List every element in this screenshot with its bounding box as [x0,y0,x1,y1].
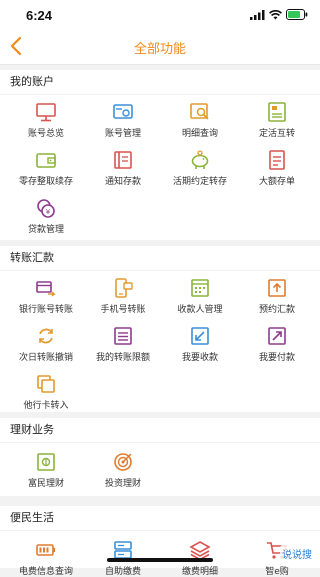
function-label: 贷款管理 [27,225,64,235]
function-item[interactable]: 零存整取续存 [6,143,86,187]
pay-arrow-icon [268,327,286,345]
payee-calendar-icon [191,279,209,297]
battery-status-icon [286,9,308,20]
function-item[interactable]: ¥ 贷款管理 [6,191,86,235]
refresh-icon [39,328,53,344]
function-label: 大额存单 [258,177,295,187]
status-time: 6:24 [26,8,53,23]
monitor-icon [36,103,56,122]
function-label: 明细查询 [181,129,218,139]
function-label: 收款人管理 [177,305,223,315]
wifi-icon [269,9,282,19]
function-item[interactable]: 定活互转 [237,95,317,139]
function-label: 他行卡转入 [23,401,69,411]
signal-icon [250,9,265,20]
copy-icon [37,375,55,393]
function-label: 活期约定转存 [172,177,227,187]
page-title: 全部功能 [133,42,186,57]
function-item[interactable]: 银行账号转账 [6,271,86,315]
section-title: 便民生活 [0,506,320,531]
section-transfer: 转账汇款 银行账号转账 手机号转账 收款人管理 预约汇款 次日转账撤销 我的转账… [0,246,320,412]
function-label: 账号管理 [104,129,141,139]
function-item[interactable]: 我的转账限额 [83,319,163,363]
svg-text:¥: ¥ [46,208,51,216]
function-item[interactable]: 我要付款 [237,319,317,363]
status-bar: 6:24 [0,0,320,30]
phone-transfer-icon [115,278,133,298]
function-label: 智e购 [265,567,289,577]
function-item[interactable]: 活期约定转存 [160,143,240,187]
function-item[interactable]: 手机号转账 [83,271,163,315]
function-item[interactable]: 明细查询 [160,95,240,139]
bank-card-transfer-icon [36,281,56,297]
function-item[interactable]: 他行卡转入 [6,367,86,411]
function-label: 手机号转账 [100,305,146,315]
document-icon [269,150,285,170]
upload-box-icon [268,279,286,297]
function-item[interactable]: 大额存单 [237,143,317,187]
function-label: 电费信息查询 [18,567,73,577]
section-title: 我的账户 [0,70,320,95]
function-label: 我要收款 [181,353,218,363]
section-title: 理财业务 [0,418,320,443]
function-item[interactable]: 通知存款 [83,143,163,187]
battery-icon [36,544,55,556]
function-item[interactable]: 自助缴费 [83,533,163,577]
transfer-doc-icon [268,102,286,122]
function-label: 投资理财 [104,479,141,489]
wallet-icon [36,153,56,168]
function-label: 自助缴费 [104,567,141,577]
card-settings-icon [113,104,133,119]
function-item[interactable]: 缴费明细 [160,533,240,577]
function-label: 富民理财 [27,479,64,489]
function-item[interactable]: 账号管理 [83,95,163,139]
function-item[interactable]: 我要收款 [160,319,240,363]
function-item[interactable]: 预约汇款 [237,271,317,315]
section-my-account: 我的账户 账号总览 账号管理 明细查询 定活互转 零存整取续存 通知存款 活期约 [0,70,320,240]
search-list-icon [190,103,209,120]
list-box-icon [114,327,132,345]
function-item[interactable]: 收款人管理 [160,271,240,315]
function-label: 缴费明细 [181,567,218,577]
function-label: 通知存款 [104,177,141,187]
function-label: 我要付款 [258,353,295,363]
function-item[interactable]: 投资理财 [83,445,163,489]
home-indicator[interactable] [107,558,213,562]
function-label: 预约汇款 [258,305,295,315]
section-wealth: 理财业务 富民理财 投资理财 [0,418,320,496]
function-label: 银行账号转账 [18,305,73,315]
coins-icon: ¥ [37,199,55,218]
status-icons [250,9,308,20]
watermark: 说说搜 [280,545,314,562]
function-label: 零存整取续存 [18,177,73,187]
function-item[interactable]: 富民理财 [6,445,86,489]
function-item[interactable]: 账号总览 [6,95,86,139]
function-label: 次日转账撤销 [18,353,73,363]
function-item[interactable]: 次日转账撤销 [6,319,86,363]
target-icon [114,453,132,471]
function-label: 账号总览 [27,129,64,139]
function-label: 我的转账限额 [95,353,150,363]
book-icon [114,151,132,169]
section-title: 转账汇款 [0,246,320,271]
receive-arrow-icon [191,327,209,345]
function-label: 定活互转 [258,129,295,139]
safe-box-icon [37,453,55,471]
function-item[interactable]: 电费信息查询 [6,533,86,577]
nav-bar: 全部功能 [0,30,320,65]
piggy-bank-icon [191,150,209,169]
